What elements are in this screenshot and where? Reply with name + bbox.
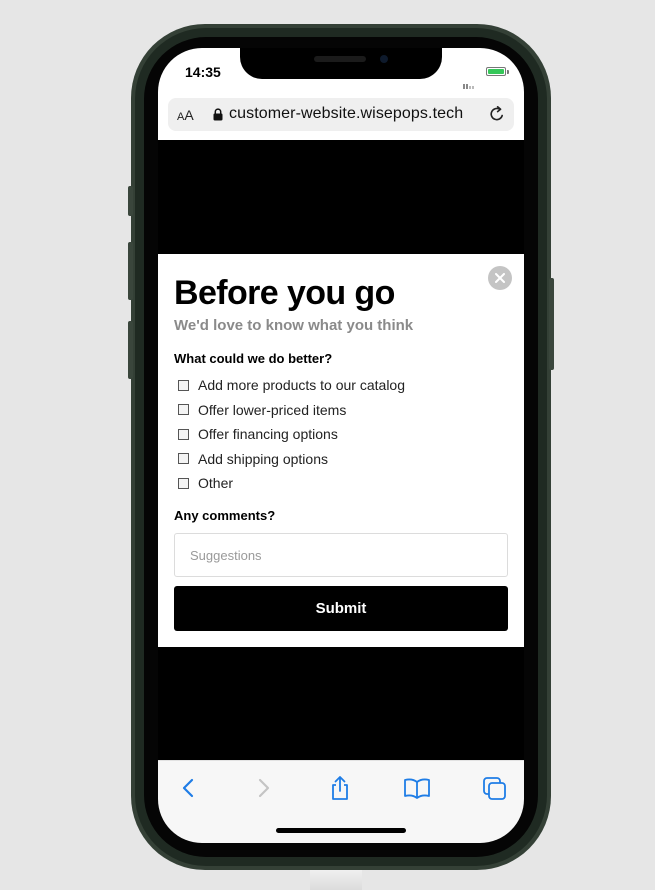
book-icon[interactable] [402, 775, 432, 801]
share-icon[interactable] [325, 775, 355, 801]
popup-title: Before you go [174, 274, 395, 312]
lock-icon [213, 108, 223, 121]
chevron-right-icon[interactable] [249, 775, 279, 801]
checkbox[interactable] [178, 477, 189, 489]
option-label: Offer lower-priced items [198, 401, 347, 418]
question-label: What could we do better? [174, 351, 333, 366]
text-size-button[interactable]: AA [177, 107, 194, 123]
feedback-popup: Before you go We'd love to know what you… [158, 254, 524, 647]
option-label: Other [198, 475, 234, 492]
option-other[interactable]: Other [178, 471, 405, 496]
option-lower-priced[interactable]: Offer lower-priced items [178, 398, 405, 423]
volume-down-button [128, 321, 133, 379]
options-list: Add more products to our catalog Offer l… [178, 373, 405, 496]
front-camera [380, 55, 388, 63]
volume-up-button [128, 242, 133, 300]
option-label: Offer financing options [198, 426, 338, 443]
battery-icon [486, 67, 506, 76]
mute-switch [128, 186, 133, 216]
checkbox[interactable] [178, 379, 189, 391]
close-icon [495, 273, 505, 283]
notch [240, 48, 442, 79]
address-bar[interactable]: AA customer-website.wisepops.tech [168, 98, 514, 131]
battery-tip [507, 70, 509, 74]
option-financing[interactable]: Offer financing options [178, 422, 405, 447]
checkbox[interactable] [178, 428, 189, 440]
tabs-icon[interactable] [480, 775, 510, 801]
checkbox[interactable] [178, 453, 189, 465]
checkbox[interactable] [178, 404, 189, 416]
option-add-products[interactable]: Add more products to our catalog [178, 373, 405, 398]
option-shipping[interactable]: Add shipping options [178, 447, 405, 472]
close-button[interactable] [488, 266, 512, 290]
home-indicator[interactable] [276, 828, 406, 833]
status-time: 14:35 [185, 64, 221, 80]
option-label: Add more products to our catalog [198, 377, 406, 394]
earpiece-speaker [314, 56, 366, 62]
option-label: Add shipping options [198, 450, 328, 467]
popup-subtitle: We'd love to know what you think [174, 317, 414, 334]
phone-screen: 14:35 AA customer-website.wisepops.tech [158, 48, 524, 843]
side-button [549, 278, 554, 370]
url-text[interactable]: customer-website.wisepops.tech [229, 105, 463, 123]
submit-button[interactable]: Submit [174, 586, 508, 631]
comments-input[interactable] [174, 533, 508, 577]
comments-label: Any comments? [174, 508, 276, 523]
reload-icon[interactable] [488, 105, 506, 123]
chevron-left-icon[interactable] [173, 775, 203, 801]
signal-icon [463, 71, 475, 89]
